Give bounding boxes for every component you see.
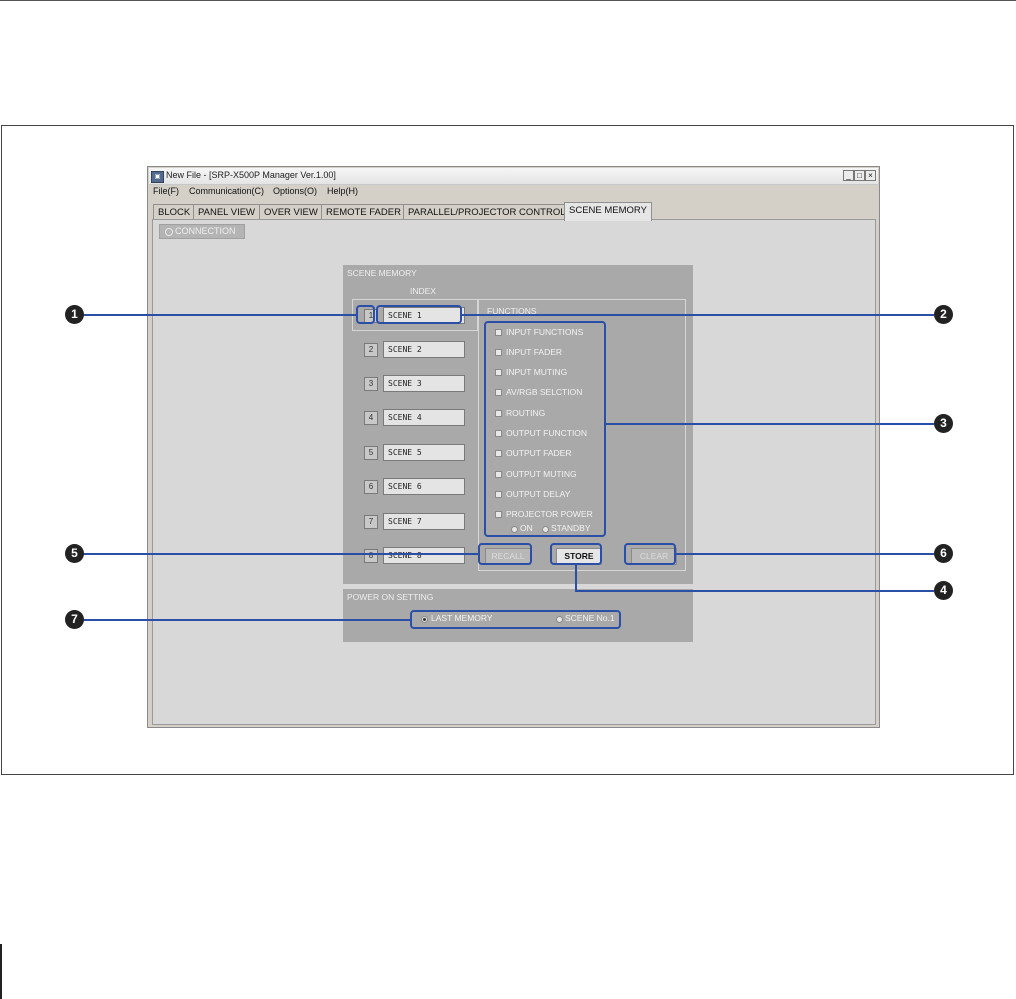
callout-5-marker: 5 <box>65 544 84 563</box>
power-on-title: POWER ON SETTING <box>347 592 434 602</box>
close-button[interactable]: × <box>865 170 876 181</box>
scene-5-name-field[interactable]: SCENE 5 <box>383 444 465 461</box>
callout-1-highlight <box>356 305 375 324</box>
maximize-button[interactable]: □ <box>854 170 865 181</box>
connection-button[interactable]: CONNECTION <box>159 224 245 239</box>
menu-bar: File(F) Communication(C) Options(O) Help… <box>149 185 878 199</box>
callout-4-marker: 4 <box>934 581 953 600</box>
scene-8-number-button[interactable]: 8 <box>364 549 378 563</box>
callout-6-marker: 6 <box>934 544 953 563</box>
callout-7-highlight <box>410 610 621 629</box>
scene-7-name-field[interactable]: SCENE 7 <box>383 513 465 530</box>
tab-block[interactable]: BLOCK <box>153 204 196 220</box>
callout-3-highlight <box>484 321 606 537</box>
callout-6-highlight <box>624 543 676 565</box>
callout-1-line <box>83 314 356 316</box>
tab-remote-fader[interactable]: REMOTE FADER <box>321 204 406 220</box>
scene-2-number-button[interactable]: 2 <box>364 343 378 357</box>
scene-6-number-button[interactable]: 6 <box>364 480 378 494</box>
scene-8-name-field[interactable]: SCENE 8 <box>383 547 465 564</box>
callout-5-highlight <box>478 543 532 565</box>
scene-3-name-field[interactable]: SCENE 3 <box>383 375 465 392</box>
scene-3-number-button[interactable]: 3 <box>364 377 378 391</box>
scene-2-name-field[interactable]: SCENE 2 <box>383 341 465 358</box>
menu-communication[interactable]: Communication(C) <box>189 186 264 196</box>
callout-6-line <box>676 553 934 555</box>
tab-scene-memory[interactable]: SCENE MEMORY <box>564 202 652 221</box>
menu-file[interactable]: File(F) <box>153 186 179 196</box>
tab-over-view[interactable]: OVER VIEW <box>259 204 323 220</box>
callout-3-line <box>606 423 934 425</box>
title-bar: ▣ New File - [SRP-X500P Manager Ver.1.00… <box>149 168 878 185</box>
callout-3-marker: 3 <box>934 414 953 433</box>
callout-2-marker: 2 <box>934 305 953 324</box>
callout-7-marker: 7 <box>65 610 84 629</box>
menu-help[interactable]: Help(H) <box>327 186 358 196</box>
callout-5-line <box>83 553 478 555</box>
tab-parallel-projector-control[interactable]: PARALLEL/PROJECTOR CONTROL <box>403 204 571 220</box>
tab-panel-view[interactable]: PANEL VIEW <box>193 204 261 220</box>
callout-4-vline <box>575 565 577 592</box>
page-edge-bar <box>0 944 2 999</box>
window-title: New File - [SRP-X500P Manager Ver.1.00] <box>166 170 336 180</box>
callout-2-line <box>462 314 934 316</box>
callout-7-line <box>83 619 410 621</box>
connection-status-icon <box>165 228 173 236</box>
page-top-rule <box>0 0 1016 1</box>
scene-memory-title: SCENE MEMORY <box>347 268 417 278</box>
connection-label: CONNECTION <box>175 226 236 236</box>
app-icon: ▣ <box>151 171 164 183</box>
callout-4-highlight <box>550 543 602 565</box>
scene-4-number-button[interactable]: 4 <box>364 411 378 425</box>
scene-6-name-field[interactable]: SCENE 6 <box>383 478 465 495</box>
scene-4-name-field[interactable]: SCENE 4 <box>383 409 465 426</box>
scene-5-number-button[interactable]: 5 <box>364 446 378 460</box>
minimize-button[interactable]: _ <box>843 170 854 181</box>
callout-1-marker: 1 <box>65 305 84 324</box>
scene-7-number-button[interactable]: 7 <box>364 515 378 529</box>
index-label: INDEX <box>410 286 436 296</box>
menu-options[interactable]: Options(O) <box>273 186 317 196</box>
callout-4-line <box>575 590 934 592</box>
callout-2-highlight <box>376 305 462 324</box>
